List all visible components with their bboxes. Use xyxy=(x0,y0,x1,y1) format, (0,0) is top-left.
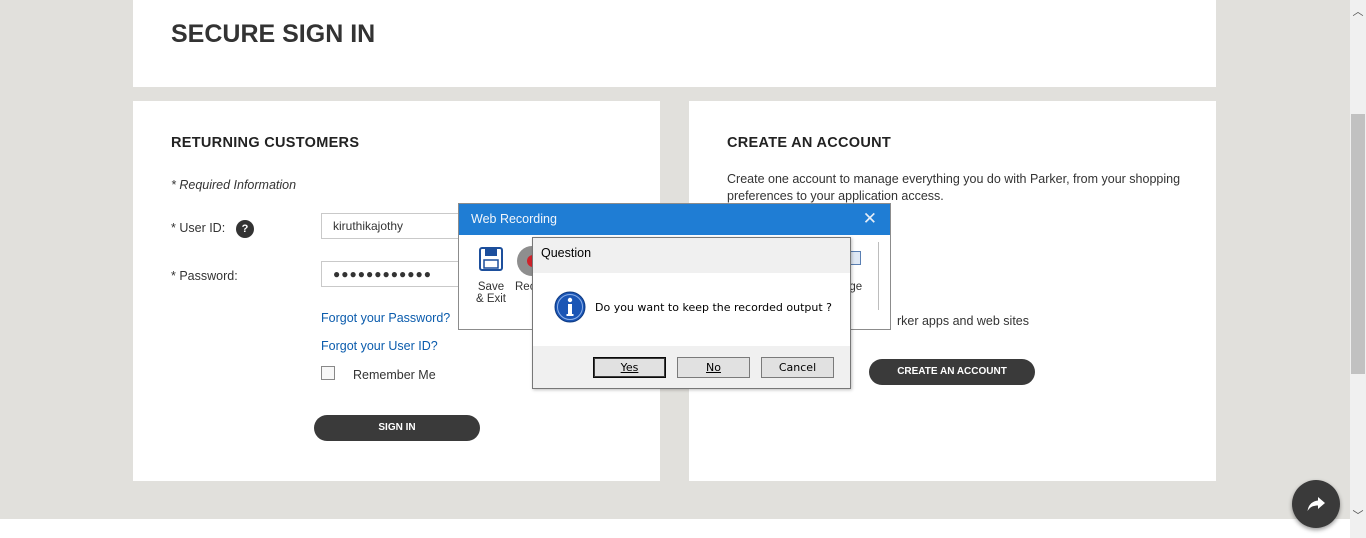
dialog-body: Do you want to keep the recorded output … xyxy=(533,273,850,346)
web-recording-titlebar[interactable]: Web Recording ✕ xyxy=(459,204,890,235)
forgot-password-link[interactable]: Forgot your Password? xyxy=(321,311,450,325)
sign-in-button[interactable]: SIGN IN xyxy=(314,415,480,441)
no-button[interactable]: No xyxy=(677,357,750,378)
required-info-note: * Required Information xyxy=(171,178,297,192)
password-label: * Password: xyxy=(171,269,238,283)
create-account-button[interactable]: CREATE AN ACCOUNT xyxy=(869,359,1035,385)
page-scrollbar[interactable]: ︿ ﹀ xyxy=(1350,0,1366,538)
scroll-down-icon[interactable]: ﹀ xyxy=(1350,510,1366,522)
save-exit-button[interactable]: Save & Exit xyxy=(473,246,509,305)
floppy-disk-icon xyxy=(479,247,503,271)
yes-button[interactable]: Yes xyxy=(593,357,666,378)
toolbar-divider xyxy=(878,242,879,310)
scroll-thumb[interactable] xyxy=(1351,114,1365,374)
share-button[interactable] xyxy=(1292,480,1340,528)
footer-panel xyxy=(0,519,1350,538)
save-exit-label: Save & Exit xyxy=(475,281,507,305)
scroll-up-icon[interactable]: ︿ xyxy=(1350,6,1366,18)
remember-me-label: Remember Me xyxy=(353,368,436,382)
dialog-message: Do you want to keep the recorded output … xyxy=(595,301,833,314)
dialog-title: Question xyxy=(541,246,592,260)
create-account-description: Create one account to manage everything … xyxy=(727,172,1181,203)
page-header-panel: SECURE SIGN IN xyxy=(133,0,1216,87)
page-title: SECURE SIGN IN xyxy=(171,20,376,48)
create-account-heading: CREATE AN ACCOUNT xyxy=(727,135,892,151)
user-id-label: * User ID: xyxy=(171,221,226,235)
question-dialog: Question Do you want to keep the recorde… xyxy=(532,237,851,389)
help-icon[interactable]: ? xyxy=(236,220,254,238)
share-arrow-icon xyxy=(1307,497,1325,511)
forgot-user-id-link[interactable]: Forgot your User ID? xyxy=(321,339,438,353)
web-recording-title: Web Recording xyxy=(471,212,557,226)
info-icon xyxy=(554,291,586,323)
returning-customers-heading: RETURNING CUSTOMERS xyxy=(171,135,360,151)
close-icon[interactable]: ✕ xyxy=(863,210,877,227)
cancel-button[interactable]: Cancel xyxy=(761,357,834,378)
remember-me-checkbox[interactable] xyxy=(321,366,335,380)
